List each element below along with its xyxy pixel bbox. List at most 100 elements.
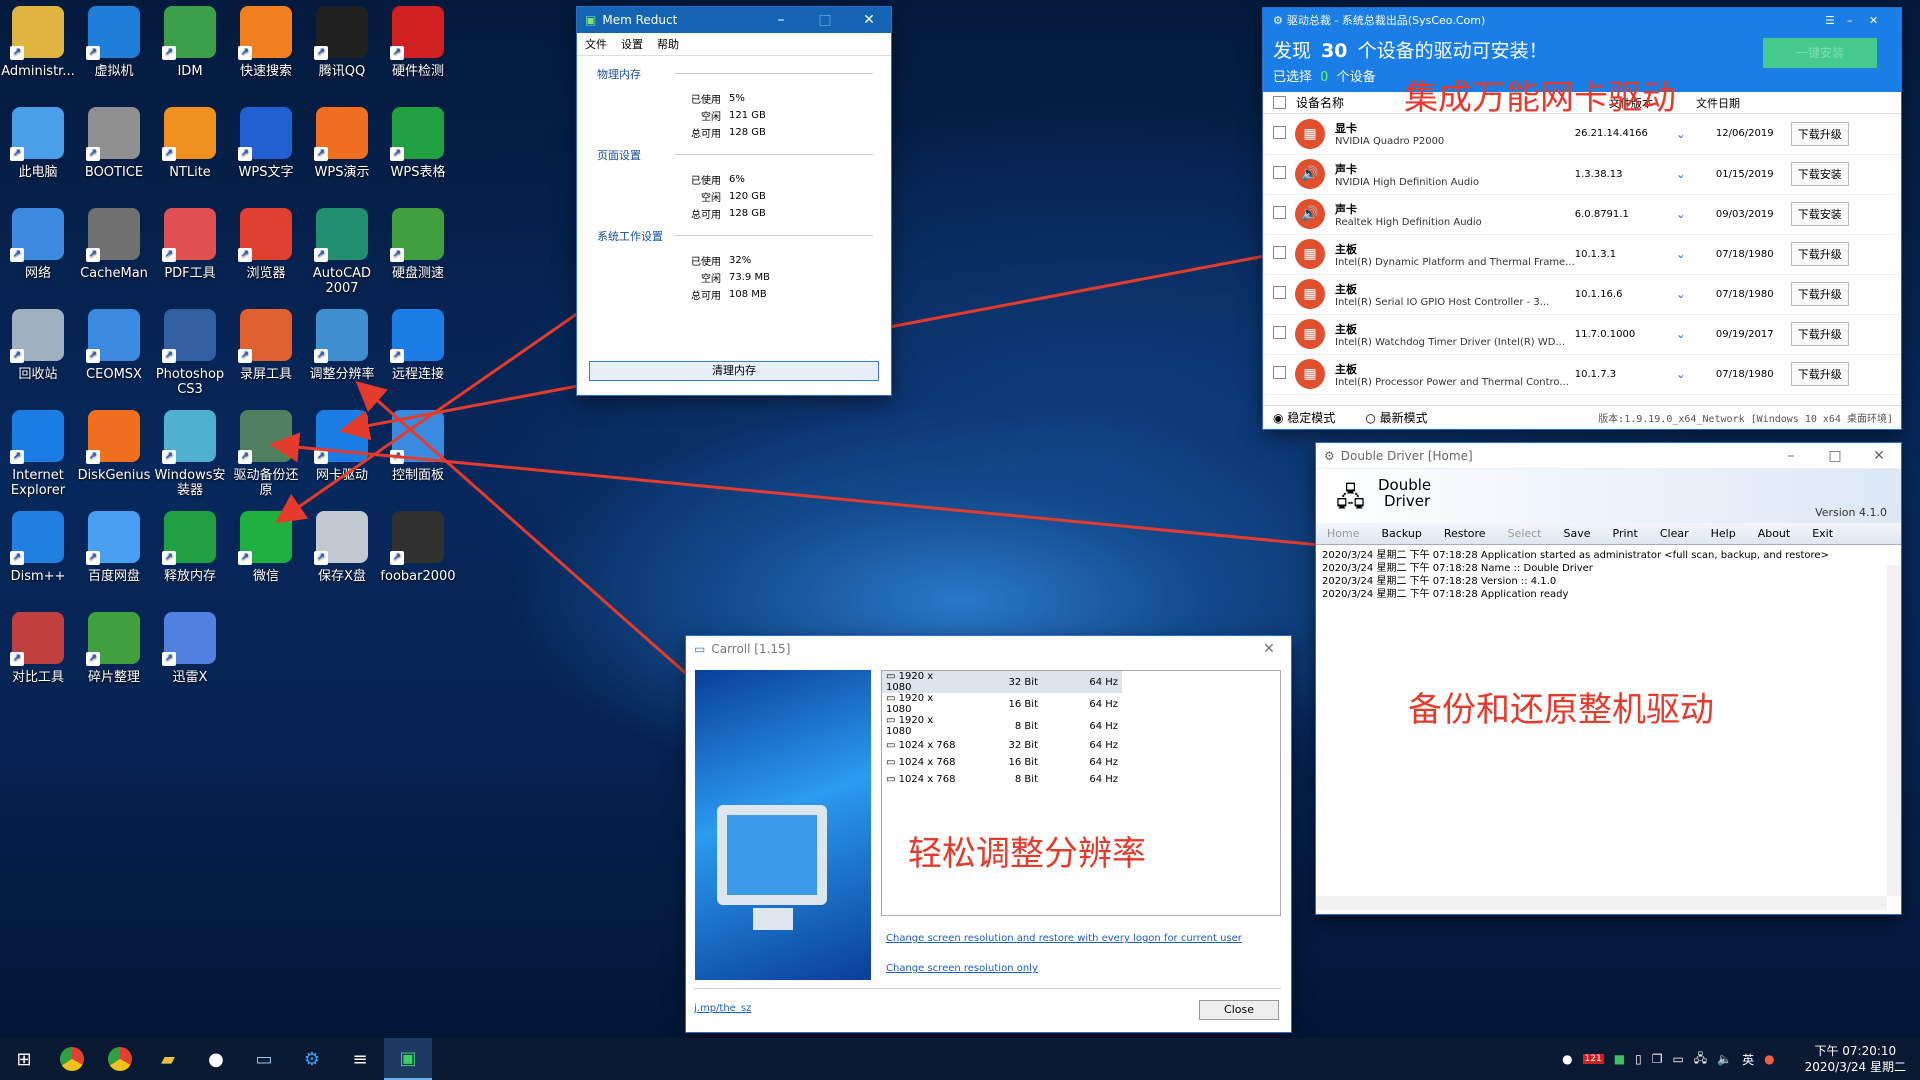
dd-toolbar-clear[interactable]: Clear	[1649, 527, 1700, 540]
mem-menu-item[interactable]: 帮助	[657, 36, 679, 52]
download-button[interactable]: 下载升级	[1790, 282, 1849, 306]
close-icon[interactable]: ✕	[847, 12, 891, 28]
drv-device-row[interactable]: ▦ 主板 Intel(R) Dynamic Platform and Thermal…	[1263, 234, 1901, 275]
drv-device-row[interactable]: ▦ 主板 Intel(R) Processor Power and Thermal …	[1263, 354, 1901, 395]
link-resolution-only[interactable]: Change screen resolution only	[886, 960, 1038, 974]
link1-text[interactable]: Change screen resolution and restore wit…	[886, 933, 1242, 944]
drv-device-row[interactable]: ▦ 主板 Intel(R) Watchdog Timer Driver (Intel…	[1263, 314, 1901, 355]
row-icon-cell: ▦	[1295, 354, 1335, 395]
dd-toolbar-save[interactable]: Save	[1553, 527, 1602, 540]
taskbar-mem-reduct[interactable]: ▣	[384, 1038, 432, 1080]
tray-app-icon[interactable]: ■	[1614, 1052, 1625, 1066]
tray-battery-icon[interactable]: ▭	[1672, 1052, 1683, 1066]
car-title-bar[interactable]: ▭ Carroll [1.15] ✕	[686, 636, 1291, 662]
chevron-down-icon[interactable]: ⌄	[1662, 274, 1699, 315]
dd-toolbar-print[interactable]: Print	[1602, 527, 1649, 540]
row-device-cell: 声卡 Realtek High Definition Audio	[1335, 194, 1575, 235]
mode-refresh: 64 Hz	[1089, 757, 1118, 768]
link-resolution-restore[interactable]: Change screen resolution and restore wit…	[886, 930, 1242, 944]
drv-device-row[interactable]: 🔊 声卡 NVIDIA High Definition Audio 1.3.38.13…	[1263, 154, 1901, 195]
tray-copy-icon[interactable]: ❐	[1652, 1052, 1663, 1066]
resolution-list[interactable]: ▭ 1920 x 1080 32 Bit 64 Hz ▭ 1920 x 1080 16 …	[881, 670, 1281, 916]
dd-toolbar-backup[interactable]: Backup	[1370, 527, 1432, 540]
mem-menu-item[interactable]: 文件	[585, 36, 607, 52]
dd-toolbar-select[interactable]: Select	[1497, 527, 1553, 540]
dd-vertical-scrollbar[interactable]	[1887, 565, 1901, 896]
taskbar-chrome[interactable]	[48, 1038, 96, 1080]
dd-toolbar-home[interactable]: Home	[1316, 527, 1370, 540]
download-button[interactable]: 下载升级	[1790, 242, 1849, 266]
drv-device-row[interactable]: 🔊 声卡 Realtek High Definition Audio 6.0.8791…	[1263, 194, 1901, 235]
taskbar-driver-president[interactable]: ⚙	[288, 1038, 336, 1080]
row-checkbox[interactable]	[1273, 206, 1286, 219]
minimize-icon[interactable]: –	[1847, 14, 1869, 27]
tray-ime[interactable]: 英	[1742, 1051, 1754, 1068]
dd-title-bar[interactable]: ⚙ Double Driver [Home] – □ ✕	[1316, 443, 1901, 469]
car-title: Carroll [1.15]	[711, 642, 791, 656]
chevron-down-icon[interactable]: ⌄	[1662, 354, 1699, 395]
close-icon[interactable]: ✕	[1857, 448, 1901, 464]
taskbar-chrome-2[interactable]	[96, 1038, 144, 1080]
clean-memory-button[interactable]: 清理内存	[589, 361, 879, 381]
download-button[interactable]: 下载升级	[1790, 322, 1849, 346]
maximize-icon[interactable]: □	[803, 12, 847, 28]
mem-menu-item[interactable]: 设置	[621, 36, 643, 52]
dd-toolbar-exit[interactable]: Exit	[1801, 527, 1844, 540]
tray-security-icon[interactable]: ●	[1764, 1052, 1774, 1066]
row-checkbox[interactable]	[1273, 366, 1286, 379]
dd-horizontal-scrollbar[interactable]	[1316, 896, 1887, 910]
radio-stable[interactable]: ◉ 稳定模式	[1273, 409, 1335, 426]
mem-title-bar[interactable]: ▣ Mem Reduct – □ ✕	[577, 7, 891, 33]
row-checkbox[interactable]	[1273, 326, 1286, 339]
resolution-mode-row[interactable]: ▭ 1920 x 1080 8 Bit 64 Hz	[882, 715, 1122, 737]
drv-device-row[interactable]: ▦ 主板 Intel(R) Serial IO GPIO Host Controll…	[1263, 274, 1901, 315]
start-button[interactable]: ⊞	[0, 1038, 48, 1080]
minimize-icon[interactable]: –	[759, 12, 803, 28]
car-site-link[interactable]: j.mp/the_sz	[694, 1003, 751, 1014]
chevron-down-icon[interactable]: ⌄	[1662, 234, 1699, 275]
mode-depth: 32 Bit	[1008, 740, 1038, 751]
download-button[interactable]: 下载升级	[1790, 362, 1849, 386]
row-checkbox[interactable]	[1273, 166, 1286, 179]
close-icon[interactable]: ✕	[1247, 641, 1291, 657]
resolution-mode-row[interactable]: ▭ 1920 x 1080 32 Bit 64 Hz	[882, 671, 1122, 693]
tray-device-icon[interactable]: ▯	[1635, 1052, 1642, 1066]
link2-text[interactable]: Change screen resolution only	[886, 963, 1038, 974]
select-all-checkbox[interactable]	[1273, 96, 1286, 109]
minimize-icon[interactable]: –	[1769, 448, 1813, 464]
download-button[interactable]: 下载安装	[1790, 202, 1849, 226]
resolution-mode-row[interactable]: ▭ 1024 x 768 32 Bit 64 Hz	[882, 737, 1122, 754]
dd-toolbar-about[interactable]: About	[1747, 527, 1802, 540]
tray-badge[interactable]: 121	[1582, 1054, 1604, 1064]
one-click-install-button[interactable]: 一键安装	[1763, 38, 1877, 68]
taskbar-explorer[interactable]: ▰	[144, 1038, 192, 1080]
dd-toolbar-help[interactable]: Help	[1700, 527, 1747, 540]
tray-clock[interactable]: 下午 07:20:10 2020/3/24 星期二	[1805, 1043, 1906, 1075]
radio-latest[interactable]: ○ 最新模式	[1365, 409, 1427, 426]
row-checkbox[interactable]	[1273, 125, 1286, 139]
menu-icon[interactable]: ☰	[1825, 14, 1847, 27]
tray-network-icon[interactable]: 🖧	[1694, 1049, 1707, 1070]
row-checkbox[interactable]	[1273, 286, 1286, 299]
chevron-down-icon[interactable]: ⌄	[1662, 194, 1699, 235]
row-checkbox[interactable]	[1273, 246, 1286, 259]
resolution-mode-row[interactable]: ▭ 1024 x 768 8 Bit 64 Hz	[882, 771, 1122, 788]
taskbar-monitor[interactable]: ▭	[240, 1038, 288, 1080]
resolution-mode-row[interactable]: ▭ 1024 x 768 16 Bit 64 Hz	[882, 754, 1122, 771]
drv-device-row[interactable]: ▦ 显卡 NVIDIA Quadro P2000 26.21.14.4166 ⌄ 12/0…	[1263, 114, 1901, 155]
close-icon[interactable]: ✕	[1869, 14, 1891, 27]
tray-volume-icon[interactable]: 🔈	[1717, 1052, 1732, 1066]
maximize-icon[interactable]: □	[1813, 448, 1857, 464]
monitor-mode-icon: ▭	[886, 740, 899, 751]
tray-qq-icon[interactable]: ●	[1562, 1052, 1572, 1066]
resolution-mode-row[interactable]: ▭ 1920 x 1080 16 Bit 64 Hz	[882, 693, 1122, 715]
chevron-down-icon[interactable]: ⌄	[1662, 114, 1699, 155]
download-button[interactable]: 下载升级	[1790, 121, 1849, 146]
taskbar-qq[interactable]: ●	[192, 1038, 240, 1080]
chevron-down-icon[interactable]: ⌄	[1662, 314, 1699, 355]
dd-toolbar-restore[interactable]: Restore	[1433, 527, 1497, 540]
car-close-button[interactable]: Close	[1199, 1000, 1279, 1020]
taskbar-double-driver[interactable]: ≡	[336, 1038, 384, 1080]
chevron-down-icon[interactable]: ⌄	[1662, 154, 1699, 195]
download-button[interactable]: 下载安装	[1790, 162, 1849, 186]
